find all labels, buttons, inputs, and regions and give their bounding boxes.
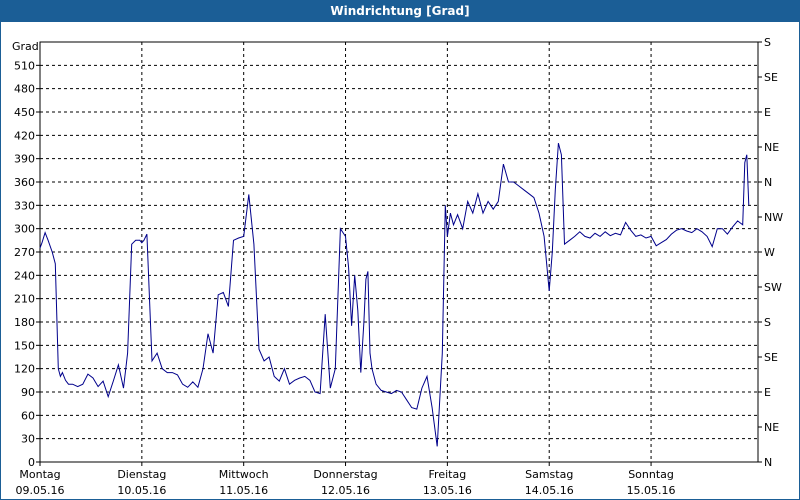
y-tick-label: 450: [14, 106, 35, 119]
x-tick-date: 10.05.16: [117, 484, 166, 497]
y-tick-label: 270: [14, 246, 35, 259]
x-tick-date: 11.05.16: [219, 484, 268, 497]
y-tick-label: 150: [14, 339, 35, 352]
y2-tick-label: N: [764, 176, 772, 189]
x-tick-date: 14.05.16: [525, 484, 574, 497]
y-tick-label: 240: [14, 269, 35, 282]
x-tick-date: 15.05.16: [627, 484, 676, 497]
y-tick-label: 300: [14, 223, 35, 236]
x-tick-day: Mittwoch: [219, 468, 269, 481]
y-tick-label: 480: [14, 83, 35, 96]
y2-tick-label: NE: [764, 421, 779, 434]
y2-tick-label: N: [764, 456, 772, 469]
y-tick-label: 390: [14, 153, 35, 166]
y-tick-label: 90: [21, 386, 35, 399]
y2-tick-label: NW: [764, 211, 783, 224]
x-tick-day: Freitag: [429, 468, 467, 481]
x-ticks: Montag 09.05.16 Dienstag 10.05.16 Mittwoch 11…: [16, 462, 676, 497]
y-ticks-left: 0306090120150180210240270300330360390420…: [14, 59, 40, 469]
y-tick-label: 120: [14, 363, 35, 376]
x-tick-date: 12.05.16: [321, 484, 370, 497]
x-tick-day: Montag: [19, 468, 60, 481]
y-tick-label: 60: [21, 409, 35, 422]
y2-tick-label: SE: [764, 71, 778, 84]
series-line-windrichtung: [39, 142, 750, 447]
x-tick-day: Samstag: [525, 468, 573, 481]
y2-tick-label: SW: [764, 281, 782, 294]
y2-tick-label: E: [764, 386, 771, 399]
y-tick-label: 330: [14, 199, 35, 212]
y2-tick-label: SE: [764, 351, 778, 364]
x-tick-date: 13.05.16: [423, 484, 472, 497]
y2-tick-label: E: [764, 106, 771, 119]
y-tick-label: 30: [21, 433, 35, 446]
x-tick-day: Donnerstag: [313, 468, 377, 481]
x-tick-day: Sonntag: [628, 468, 674, 481]
x-tick-day: Dienstag: [117, 468, 166, 481]
y-tick-label: 180: [14, 316, 35, 329]
y2-tick-label: NE: [764, 141, 779, 154]
y-tick-label: 210: [14, 293, 35, 306]
y2-tick-label: S: [764, 36, 771, 49]
x-tick-date: 09.05.16: [16, 484, 65, 497]
y-tick-label: 360: [14, 176, 35, 189]
y-axis-label: Grad: [12, 40, 39, 53]
y-tick-label: 420: [14, 129, 35, 142]
y2-tick-label: W: [764, 246, 775, 259]
y2-tick-label: S: [764, 316, 771, 329]
y-ticks-right: N NE E SE S SW W NW N NE E SE S: [758, 36, 783, 469]
y-tick-label: 510: [14, 59, 35, 72]
chart-svg: Grad 03060901201501802102402703003303603…: [12, 36, 783, 497]
